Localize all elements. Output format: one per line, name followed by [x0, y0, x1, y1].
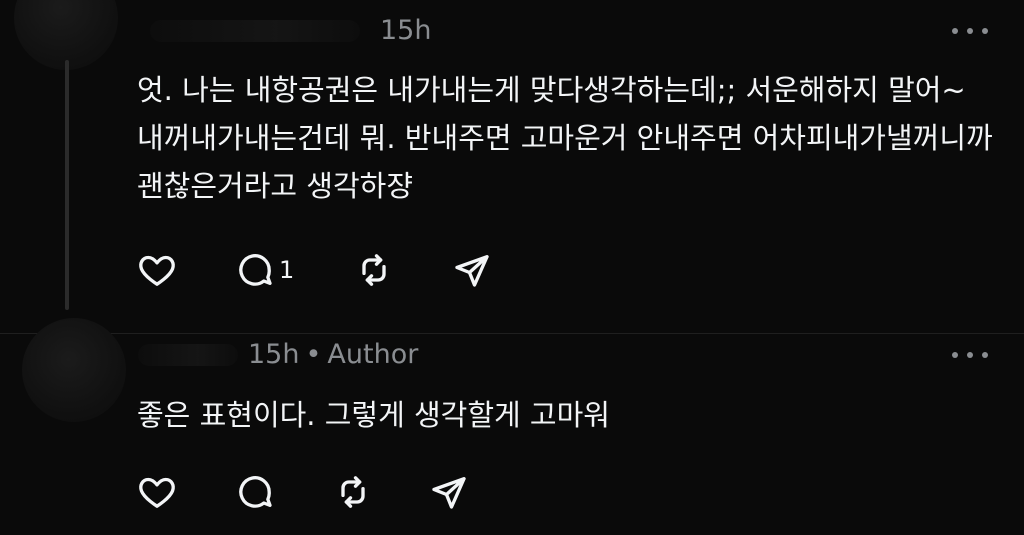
reply-button[interactable] — [235, 472, 279, 512]
meta-separator: • — [305, 339, 322, 370]
post-text: 좋은 표현이다. 그렇게 생각할게 고마워 — [137, 398, 610, 432]
post-meta: 15h • Author — [248, 339, 418, 370]
repost-button[interactable] — [354, 250, 394, 290]
share-button[interactable] — [429, 472, 469, 512]
timestamp-text: 15h — [380, 15, 432, 46]
reply-button[interactable]: 1 — [235, 250, 294, 290]
more-options-button[interactable] — [952, 350, 988, 360]
more-options-button[interactable] — [952, 26, 988, 36]
post-text: 엇. 나는 내항공권은 내가내는게 맞다생각하는데;; 서운해하지 말어~ 내꺼… — [137, 73, 993, 203]
thread-page: 15h 엇. 나는 내항공권은 내가내는게 맞다생각하는데;; 서운해하지 말어… — [0, 0, 1024, 535]
repost-button[interactable] — [333, 472, 373, 512]
username-redacted[interactable] — [138, 344, 238, 366]
repost-icon — [341, 476, 365, 508]
send-icon — [432, 477, 466, 509]
username-redacted[interactable] — [150, 20, 360, 42]
timestamp-text: 15h — [248, 339, 300, 370]
like-button[interactable] — [137, 250, 177, 290]
post-actions: 1 — [137, 250, 492, 290]
send-icon — [455, 255, 489, 287]
thread-connector-line — [65, 60, 69, 310]
comment-icon — [239, 254, 272, 286]
post-timestamp: 15h — [380, 15, 431, 46]
avatar[interactable] — [22, 318, 126, 422]
like-button[interactable] — [137, 472, 177, 512]
post-divider — [0, 333, 1024, 334]
share-button[interactable] — [452, 250, 492, 290]
heart-icon — [139, 477, 175, 508]
more-horizontal-icon — [952, 28, 958, 34]
post-actions — [137, 472, 469, 512]
heart-icon — [139, 255, 175, 286]
author-badge: Author — [327, 339, 419, 370]
more-horizontal-icon — [952, 352, 958, 358]
repost-icon — [362, 254, 386, 286]
comment-icon — [239, 476, 272, 508]
reply-count: 1 — [279, 256, 295, 284]
